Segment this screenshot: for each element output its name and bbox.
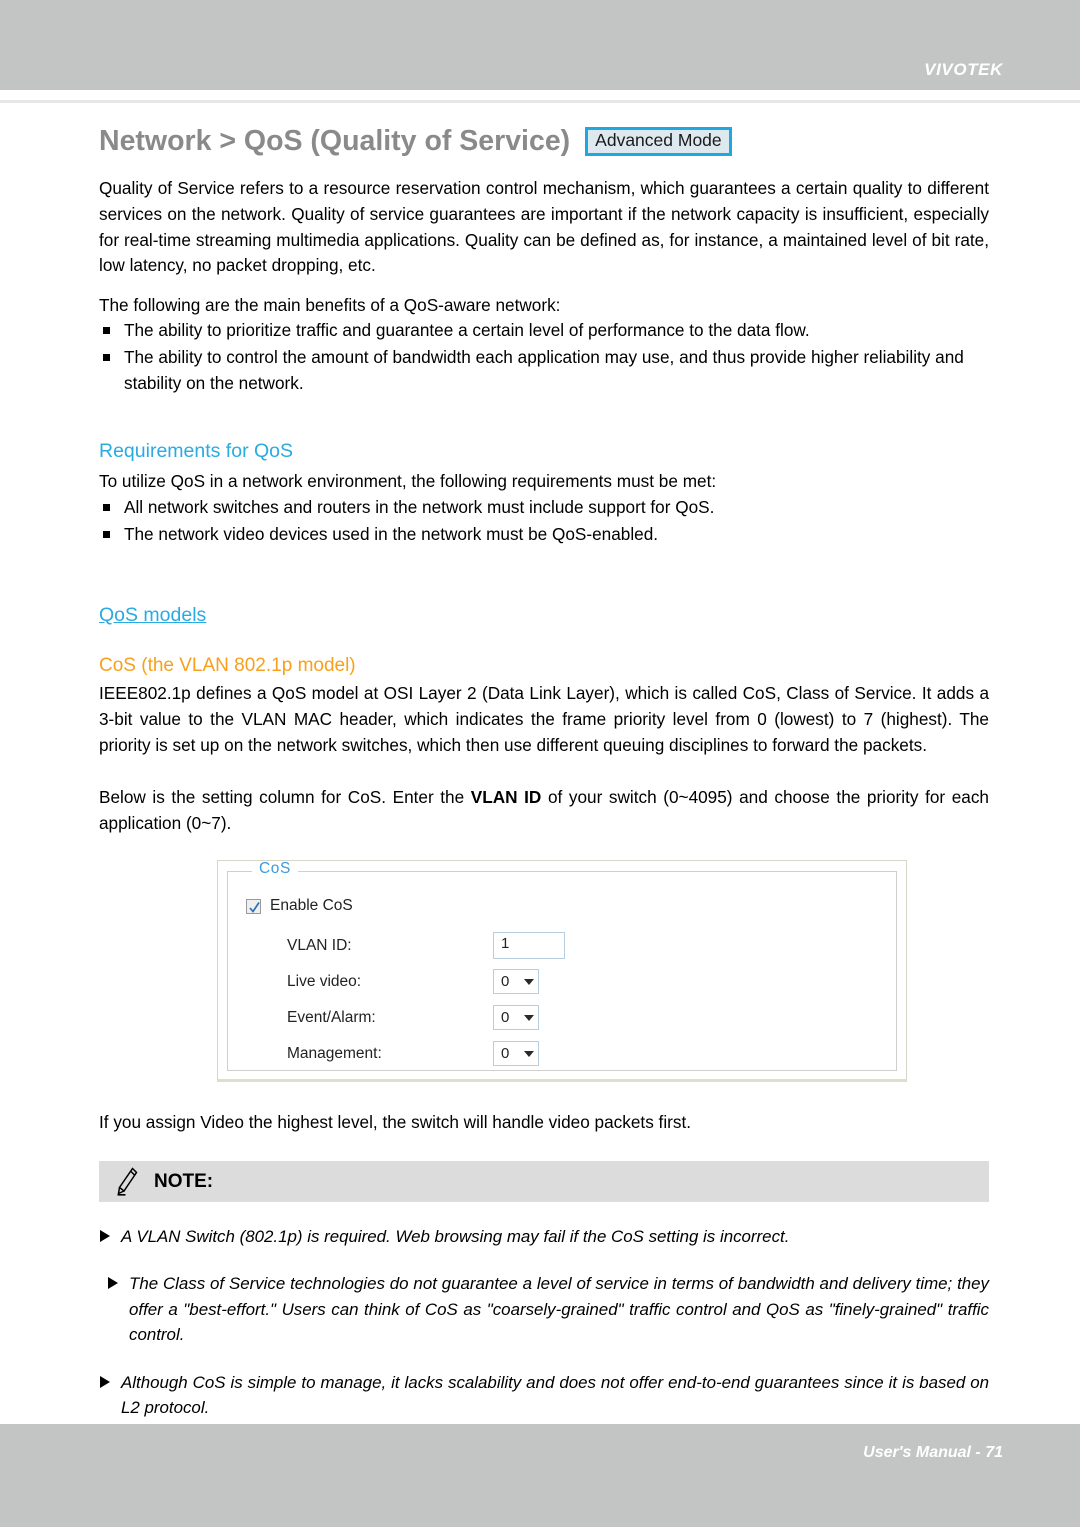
enable-cos-checkbox[interactable]	[246, 898, 261, 914]
benefits-lead: The following are the main benefits of a…	[99, 294, 561, 315]
event-alarm-value: 0	[501, 1009, 510, 1027]
list-item-text: The ability to control the amount of ban…	[124, 346, 964, 393]
list-item-text: The Class of Service technologies do not…	[129, 1274, 989, 1345]
requirements-list: All network switches and routers in the …	[99, 495, 989, 547]
event-alarm-row: Event/Alarm: 0	[246, 1000, 896, 1036]
list-item: The ability to prioritize traffic and gu…	[99, 318, 989, 344]
enable-cos-label: Enable CoS	[270, 897, 353, 915]
title-row: Network > QoS (Quality of Service) Advan…	[99, 125, 989, 157]
square-bullet-icon	[103, 353, 110, 361]
cos-settings-screenshot: CoS Enable CoS VLAN ID: 1 Live video: 0 …	[217, 860, 907, 1083]
square-bullet-icon	[103, 327, 110, 335]
triangle-bullet-icon	[100, 1229, 110, 1242]
vlan-id-bold: VLAN ID	[470, 787, 542, 808]
note-list: A VLAN Switch (802.1p) is required. Web …	[99, 1224, 989, 1420]
pencil-icon	[117, 1167, 138, 1197]
footer-page-label: User's Manual - 71	[863, 1444, 1003, 1461]
list-item: The network video devices used in the ne…	[99, 522, 989, 548]
note-body: A VLAN Switch (802.1p) is required. Web …	[99, 1202, 989, 1420]
note-label: NOTE:	[154, 1170, 214, 1192]
live-video-label: Live video:	[287, 972, 362, 990]
management-select[interactable]: 0	[493, 1041, 539, 1067]
page-header-band: VIVOTEK	[0, 0, 1080, 90]
cos-fieldset: CoS Enable CoS VLAN ID: 1 Live video: 0 …	[227, 861, 897, 1072]
page-content: Network > QoS (Quality of Service) Advan…	[99, 125, 989, 1455]
live-video-row: Live video: 0	[246, 964, 896, 1000]
list-item: All network switches and routers in the …	[99, 495, 989, 521]
qos-models-heading: QoS models	[99, 604, 207, 627]
checkmark-icon	[249, 901, 260, 913]
advanced-mode-badge[interactable]: Advanced Mode	[585, 127, 732, 157]
chevron-down-icon	[524, 1050, 534, 1057]
triangle-bullet-icon	[100, 1375, 110, 1388]
page-title: Network > QoS (Quality of Service)	[99, 125, 571, 157]
square-bullet-icon	[103, 504, 110, 512]
event-alarm-select[interactable]: 0	[493, 1005, 539, 1031]
setting-intro-paragraph: Below is the setting column for CoS. Ent…	[99, 785, 989, 836]
live-video-value: 0	[501, 973, 510, 991]
management-label: Management:	[287, 1044, 382, 1062]
event-alarm-label: Event/Alarm:	[287, 1008, 376, 1026]
list-item-text: The ability to prioritize traffic and gu…	[124, 320, 810, 341]
requirements-heading: Requirements for QoS	[99, 440, 294, 463]
list-item-text: The network video devices used in the ne…	[124, 523, 659, 544]
requirements-lead: To utilize QoS in a network environment,…	[99, 471, 717, 492]
list-item-text: Although CoS is simple to manage, it lac…	[121, 1372, 989, 1417]
live-video-select[interactable]: 0	[493, 969, 539, 995]
list-item: The ability to control the amount of ban…	[99, 345, 989, 396]
list-item: Although CoS is simple to manage, it lac…	[99, 1370, 989, 1421]
cos-model-heading: CoS (the VLAN 802.1p model)	[99, 654, 356, 676]
vlan-id-input[interactable]: 1	[493, 932, 565, 960]
list-item-text: A VLAN Switch (802.1p) is required. Web …	[121, 1226, 790, 1246]
management-row: Management: 0	[246, 1036, 896, 1072]
intro-paragraph: Quality of Service refers to a resource …	[99, 178, 989, 276]
enable-cos-row[interactable]: Enable CoS	[246, 898, 896, 914]
header-divider	[0, 100, 1080, 103]
note-header-bar: NOTE:	[99, 1160, 989, 1202]
list-item: A VLAN Switch (802.1p) is required. Web …	[99, 1224, 989, 1249]
list-item: The Class of Service technologies do not…	[99, 1271, 989, 1347]
chevron-down-icon	[524, 978, 534, 985]
vlan-id-row: VLAN ID: 1	[246, 928, 896, 964]
cos-model-paragraph: IEEE802.1p defines a QoS model at OSI La…	[99, 683, 989, 755]
vlan-id-label: VLAN ID:	[287, 936, 352, 954]
chevron-down-icon	[524, 1014, 534, 1021]
benefits-list: The ability to prioritize traffic and gu…	[99, 318, 989, 396]
management-value: 0	[501, 1045, 510, 1063]
triangle-bullet-icon	[108, 1277, 118, 1290]
square-bullet-icon	[103, 530, 110, 538]
vivotek-logo: VIVOTEK	[924, 60, 1003, 79]
cos-fieldset-body: Enable CoS VLAN ID: 1 Live video: 0 Even…	[228, 872, 896, 1070]
setting-intro-pre: Below is the setting column for CoS. Ent…	[99, 787, 471, 808]
after-panel-paragraph: If you assign Video the highest level, t…	[99, 1112, 692, 1133]
page-footer-band: User's Manual - 71	[0, 1424, 1080, 1527]
list-item-text: All network switches and routers in the …	[124, 497, 715, 518]
